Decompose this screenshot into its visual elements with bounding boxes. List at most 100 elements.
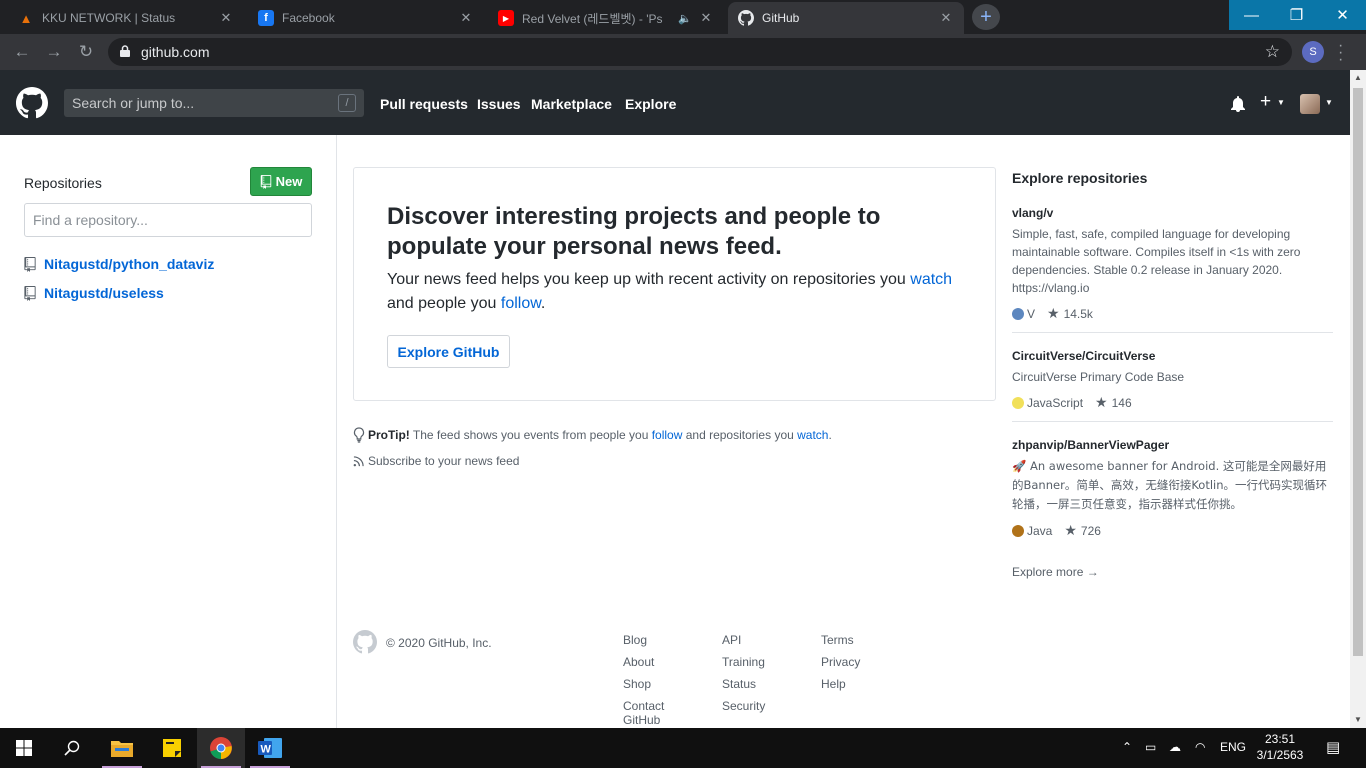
explore-repo-item: CircuitVerse/CircuitVerse CircuitVerse P… <box>1012 349 1333 422</box>
footer-link-about[interactable]: About <box>623 655 683 677</box>
repo-filter-input[interactable] <box>25 204 311 236</box>
footer-link-shop[interactable]: Shop <box>623 677 683 699</box>
subscribe-text[interactable]: Subscribe to your news feed <box>368 454 519 468</box>
back-arrow-icon[interactable]: ← <box>10 40 34 64</box>
search-box[interactable]: / <box>64 89 364 117</box>
explore-repo-description: 🚀 An awesome banner for Android. 这可能是全网最… <box>1012 459 1328 511</box>
tab-facebook[interactable]: f Facebook ✕ <box>248 2 484 34</box>
close-icon[interactable]: ✕ <box>218 10 234 26</box>
explore-repo-name[interactable]: zhpanvip/BannerViewPager <box>1012 438 1333 452</box>
windows-start-icon[interactable] <box>0 728 48 768</box>
speaker-icon[interactable]: 🔈 <box>678 12 692 25</box>
forward-arrow-icon[interactable]: → <box>42 40 66 64</box>
date: 3/1/2563 <box>1256 748 1304 762</box>
github-footer-logo-icon[interactable] <box>353 630 377 654</box>
explore-repo-item: vlang/v Simple, fast, safe, compiled lan… <box>1012 206 1333 333</box>
repo-link[interactable]: Nitagustd/python_dataviz <box>44 256 214 272</box>
nav-issues[interactable]: Issues <box>477 96 521 112</box>
menu-kebab-icon[interactable]: · · · <box>1338 38 1343 68</box>
repo-link[interactable]: Nitagustd/useless <box>44 285 164 301</box>
explore-repo-meta: V ★ 14.5k <box>1012 305 1333 322</box>
explore-github-button[interactable]: Explore GitHub <box>387 335 510 368</box>
footer-link-api[interactable]: API <box>722 633 765 655</box>
footer-link-blog[interactable]: Blog <box>623 633 683 655</box>
protip-follow-link[interactable]: follow <box>652 428 683 442</box>
tab-youtube[interactable]: ▶ Red Velvet (레드벨벳) - 'Ps 🔈 ✕ <box>488 2 724 34</box>
close-icon[interactable]: ✕ <box>938 10 954 26</box>
onedrive-cloud-icon[interactable]: ☁ <box>1169 740 1181 754</box>
repo-filter-box[interactable] <box>24 203 312 237</box>
star-icon: ★ <box>1047 305 1060 321</box>
reload-icon[interactable]: ↻ <box>74 40 98 64</box>
protip-text: . <box>828 428 832 442</box>
chevron-up-icon[interactable]: ⌃ <box>1122 740 1132 754</box>
battery-icon[interactable]: ▭ <box>1145 740 1156 754</box>
protip-watch-link[interactable]: watch <box>797 428 828 442</box>
footer-link-status[interactable]: Status <box>722 677 765 699</box>
clock[interactable]: 23:51 3/1/2563 <box>1254 731 1306 763</box>
rss-icon <box>353 455 364 466</box>
nav-pull-requests[interactable]: Pull requests <box>380 96 468 112</box>
footer-link-terms[interactable]: Terms <box>821 633 860 655</box>
address-bar[interactable]: github.com ☆ <box>108 38 1292 66</box>
close-icon[interactable]: ✕ <box>458 10 474 26</box>
user-avatar[interactable] <box>1300 94 1320 114</box>
search-input[interactable] <box>64 89 364 117</box>
explore-more-link[interactable]: Explore more → <box>1012 565 1333 579</box>
footer-link-security[interactable]: Security <box>722 699 765 721</box>
repo-stars[interactable]: 146 <box>1112 396 1132 410</box>
footer-link-contact[interactable]: Contact GitHub <box>623 699 683 727</box>
follow-link[interactable]: follow <box>501 295 541 312</box>
time: 23:51 <box>1264 732 1296 746</box>
bookmark-star-icon[interactable]: ☆ <box>1265 42 1280 62</box>
restore-button[interactable]: ❐ <box>1274 0 1319 30</box>
minimize-button[interactable]: — <box>1229 0 1274 30</box>
news-text: and people you <box>387 295 501 312</box>
github-logo-icon[interactable] <box>16 87 48 119</box>
chevron-down-icon[interactable]: ▼ <box>1277 98 1285 107</box>
news-heading: Discover interesting projects and people… <box>387 203 881 260</box>
tab-title: GitHub <box>762 11 800 25</box>
chrome-icon[interactable] <box>197 728 245 768</box>
scroll-up-arrow-icon[interactable]: ▲ <box>1354 73 1362 82</box>
word-icon[interactable]: W <box>246 728 294 768</box>
chevron-down-icon[interactable]: ▼ <box>1325 98 1333 107</box>
footer-link-help[interactable]: Help <box>821 677 860 699</box>
close-window-button[interactable]: ✕ <box>1319 0 1366 30</box>
footer-link-privacy[interactable]: Privacy <box>821 655 860 677</box>
language-color-dot <box>1012 396 1024 409</box>
new-tab-button[interactable]: + <box>972 4 1000 30</box>
explore-repo-name[interactable]: vlang/v <box>1012 206 1333 220</box>
footer-link-training[interactable]: Training <box>722 655 765 677</box>
tab-github[interactable]: GitHub ✕ <box>728 2 964 34</box>
plus-icon[interactable]: + <box>1260 91 1271 113</box>
profile-avatar[interactable]: S <box>1302 41 1324 63</box>
sticky-notes-icon[interactable] <box>148 728 196 768</box>
repo-stars[interactable]: 726 <box>1081 524 1101 538</box>
new-repository-button[interactable]: New <box>250 167 312 196</box>
file-explorer-icon[interactable] <box>98 728 146 768</box>
repo-stars[interactable]: 14.5k <box>1064 307 1093 321</box>
page-scrollbar[interactable]: ▲ ▼ <box>1350 70 1366 728</box>
repo-list-item[interactable]: Nitagustd/useless <box>24 285 164 301</box>
footer-links-col-1: Blog About Shop Contact GitHub <box>623 633 683 727</box>
close-icon[interactable]: ✕ <box>698 10 714 26</box>
notifications-icon[interactable]: ▤ <box>1326 738 1340 756</box>
repo-list-item[interactable]: Nitagustd/python_dataviz <box>24 256 214 272</box>
star-icon: ★ <box>1095 394 1108 410</box>
watch-link[interactable]: watch <box>910 271 952 288</box>
sidebar-title: Repositories <box>24 175 102 191</box>
scroll-down-arrow-icon[interactable]: ▼ <box>1354 715 1362 724</box>
subscribe-link[interactable]: Subscribe to your news feed <box>353 454 519 468</box>
bell-icon[interactable] <box>1230 96 1246 112</box>
tab-kku-network[interactable]: ▲ KKU NETWORK | Status ✕ <box>8 2 244 34</box>
svg-text:W: W <box>261 744 272 756</box>
nav-explore[interactable]: Explore <box>625 96 676 112</box>
explore-repo-name[interactable]: CircuitVerse/CircuitVerse <box>1012 349 1333 363</box>
repo-language: Java <box>1027 523 1053 538</box>
search-icon[interactable] <box>48 728 96 768</box>
wifi-icon[interactable]: ◠ <box>1195 740 1205 754</box>
language-indicator[interactable]: ENG <box>1220 740 1246 754</box>
scrollbar-thumb[interactable] <box>1353 88 1363 656</box>
nav-marketplace[interactable]: Marketplace <box>531 96 612 112</box>
